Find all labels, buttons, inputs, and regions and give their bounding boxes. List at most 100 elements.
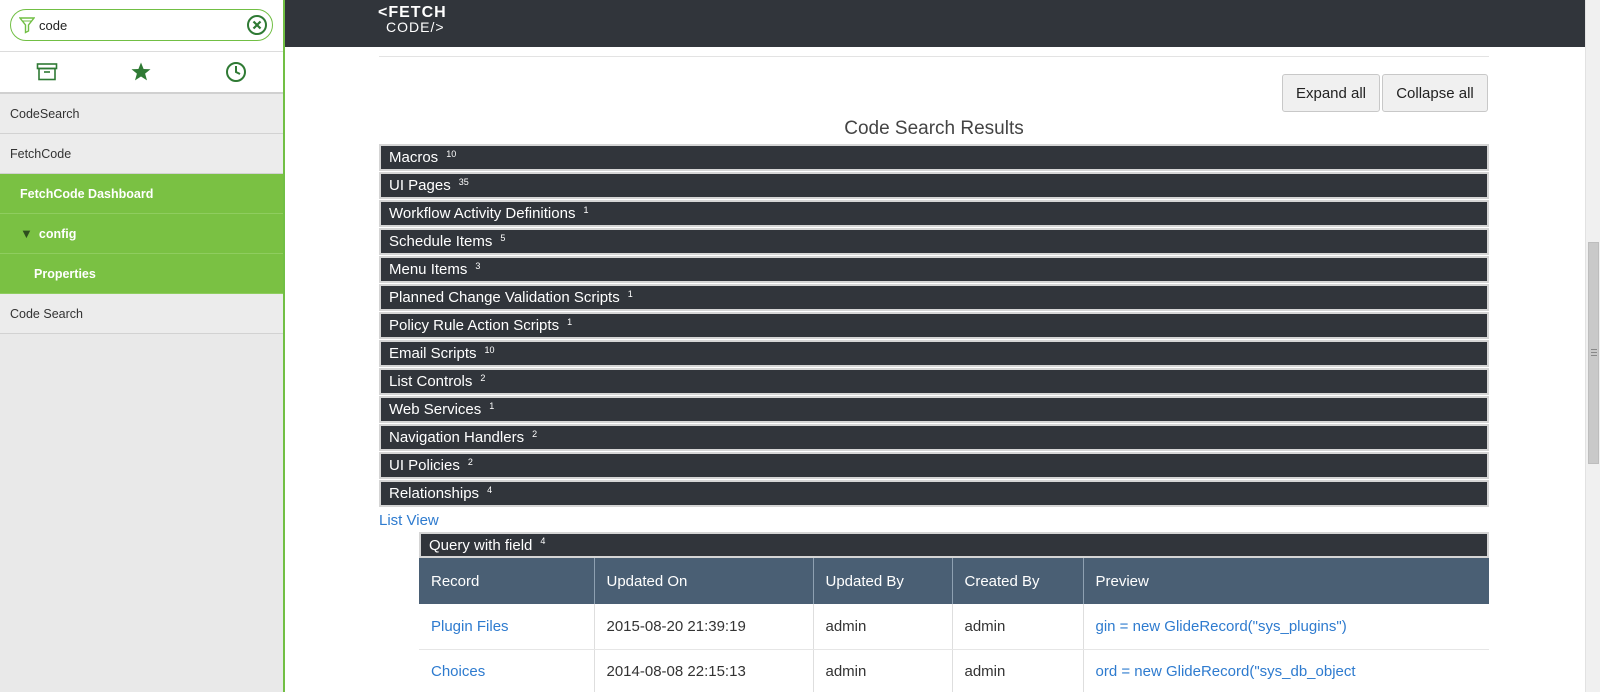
category-label: Schedule Items xyxy=(389,233,493,250)
count-badge: 35 xyxy=(458,176,469,187)
filter-icon xyxy=(19,17,35,34)
column-header-created-by[interactable]: Created By xyxy=(952,558,1084,604)
count-badge: 2 xyxy=(467,456,473,467)
top-banner: <FETCH CODE/> xyxy=(285,0,1585,47)
group-header-query-with-field[interactable]: Query with field 4 xyxy=(419,532,1489,558)
created-by-cell: admin xyxy=(952,604,1084,650)
category-header-planned-change-validation-scripts[interactable]: Planned Change Validation Scripts 1 xyxy=(379,284,1489,311)
collapse-all-button[interactable]: Collapse all xyxy=(1382,74,1488,112)
updated-on-cell: 2015-08-20 21:39:19 xyxy=(594,604,814,650)
fetchcode-logo: <FETCH CODE/> xyxy=(378,4,447,35)
sidebar-item-label: Code Search xyxy=(10,306,83,321)
archive-icon xyxy=(36,63,58,81)
sidebar-item-properties[interactable]: Properties xyxy=(0,254,283,294)
app-window: CodeSearch FetchCode FetchCode Dashboard… xyxy=(0,0,1600,692)
record-link[interactable]: Plugin Files xyxy=(419,604,595,650)
sidebar-item-label: Properties xyxy=(34,266,96,281)
count-badge: 2 xyxy=(532,428,538,439)
expand-all-button[interactable]: Expand all xyxy=(1282,74,1380,112)
category-label: Relationships xyxy=(389,485,480,502)
expand-triangle-icon[interactable]: ▼ xyxy=(20,226,33,241)
category-label: Menu Items xyxy=(389,261,468,278)
updated-by-cell: admin xyxy=(813,649,953,692)
category-header-schedule-items[interactable]: Schedule Items 5 xyxy=(379,228,1489,255)
sidebar-item-codesearch[interactable]: CodeSearch xyxy=(0,94,283,134)
category-label: Policy Rule Action Scripts xyxy=(389,317,560,334)
sidebar-item-code-search[interactable]: Code Search xyxy=(0,294,283,334)
category-label: Workflow Activity Definitions xyxy=(389,205,576,222)
count-badge: 1 xyxy=(627,288,633,299)
count-badge: 5 xyxy=(500,232,506,243)
main-content: Expand all Collapse all Code Search Resu… xyxy=(379,47,1489,692)
sidebar: CodeSearch FetchCode FetchCode Dashboard… xyxy=(0,0,285,692)
toolbar: Expand all Collapse all xyxy=(379,57,1489,113)
updated-on-cell: 2014-08-08 22:15:13 xyxy=(594,649,814,692)
category-header-workflow-activity-definitions[interactable]: Workflow Activity Definitions 1 xyxy=(379,200,1489,227)
preview-link[interactable]: gin = new GlideRecord("sys_plugins") xyxy=(1083,604,1489,650)
sidebar-item-fetchcode-dashboard[interactable]: FetchCode Dashboard xyxy=(0,174,283,214)
category-header-menu-items[interactable]: Menu Items 3 xyxy=(379,256,1489,283)
record-link[interactable]: Choices xyxy=(419,649,595,692)
category-list: Macros 10 UI Pages 35 Workflow Activity Defi… xyxy=(379,144,1489,507)
category-header-web-services[interactable]: Web Services 1 xyxy=(379,396,1489,423)
column-header-updated-by[interactable]: Updated By xyxy=(813,558,953,604)
count-badge: 1 xyxy=(489,400,495,411)
category-label: Macros xyxy=(389,149,439,166)
table-row: Choices 2014-08-08 22:15:13 admin admin … xyxy=(419,649,1489,692)
category-label: Web Services xyxy=(389,401,482,418)
clock-icon xyxy=(225,62,246,82)
category-label: List Controls xyxy=(389,373,473,390)
sidebar-item-label: CodeSearch xyxy=(10,106,80,121)
count-badge: 4 xyxy=(540,536,546,546)
clear-filter-icon[interactable] xyxy=(246,14,268,36)
category-header-navigation-handlers[interactable]: Navigation Handlers 2 xyxy=(379,424,1489,451)
sidebar-tab-row xyxy=(0,52,283,94)
count-badge: 1 xyxy=(583,204,589,215)
vertical-scrollbar[interactable] xyxy=(1585,0,1600,692)
tab-favorites[interactable] xyxy=(94,52,188,92)
count-badge: 10 xyxy=(484,344,495,355)
updated-by-cell: admin xyxy=(813,604,953,650)
grip-icon xyxy=(1591,349,1597,350)
category-header-macros[interactable]: Macros 10 xyxy=(379,144,1489,171)
sidebar-item-label: FetchCode Dashboard xyxy=(20,186,154,201)
column-header-preview[interactable]: Preview xyxy=(1083,558,1489,604)
count-badge: 10 xyxy=(446,148,457,159)
query-with-field-section: Query with field 4 Record Updated On Upd… xyxy=(419,532,1489,692)
tab-history[interactable] xyxy=(189,52,283,92)
scrollbar-thumb[interactable] xyxy=(1588,242,1599,464)
column-header-record[interactable]: Record xyxy=(419,558,595,604)
logo-line-1: <FETCH xyxy=(378,4,447,21)
group-label: Query with field xyxy=(429,536,533,554)
page-title: Code Search Results xyxy=(844,118,1024,139)
list-view-link[interactable]: List View xyxy=(379,508,1489,532)
filter-box[interactable] xyxy=(10,9,273,41)
category-header-list-controls[interactable]: List Controls 2 xyxy=(379,368,1489,395)
star-icon xyxy=(131,62,151,81)
sidebar-item-config[interactable]: ▼ config xyxy=(0,214,283,254)
preview-link[interactable]: ord = new GlideRecord("sys_db_object xyxy=(1083,649,1489,692)
results-table: Record Updated On Updated By Created By … xyxy=(419,558,1489,692)
category-label: Email Scripts xyxy=(389,345,477,362)
count-badge: 3 xyxy=(475,260,481,271)
count-badge: 1 xyxy=(567,316,573,327)
sidebar-item-fetchcode[interactable]: FetchCode xyxy=(0,134,283,174)
tab-all-applications[interactable] xyxy=(0,52,94,92)
category-header-relationships[interactable]: Relationships 4 xyxy=(379,480,1489,507)
table-header-row: Record Updated On Updated By Created By … xyxy=(419,558,1489,604)
category-label: UI Policies xyxy=(389,457,460,474)
category-label: Navigation Handlers xyxy=(389,429,525,446)
category-header-ui-policies[interactable]: UI Policies 2 xyxy=(379,452,1489,479)
created-by-cell: admin xyxy=(952,649,1084,692)
filter-input[interactable] xyxy=(39,14,249,36)
category-label: Planned Change Validation Scripts xyxy=(389,289,620,306)
column-header-updated-on[interactable]: Updated On xyxy=(594,558,814,604)
category-header-email-scripts[interactable]: Email Scripts 10 xyxy=(379,340,1489,367)
category-header-policy-rule-action-scripts[interactable]: Policy Rule Action Scripts 1 xyxy=(379,312,1489,339)
filter-area xyxy=(0,0,283,52)
category-header-ui-pages[interactable]: UI Pages 35 xyxy=(379,172,1489,199)
table-row: Plugin Files 2015-08-20 21:39:19 admin a… xyxy=(419,604,1489,650)
sidebar-item-label: config xyxy=(38,226,77,241)
count-badge: 2 xyxy=(480,372,486,383)
logo-line-2: CODE/> xyxy=(386,19,445,35)
